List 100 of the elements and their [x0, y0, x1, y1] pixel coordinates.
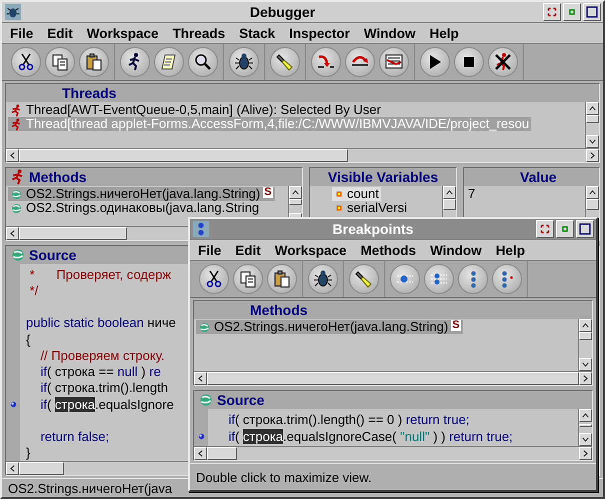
static-badge: S [263, 187, 273, 198]
globe-icon [10, 188, 23, 200]
toolbar-button[interactable] [188, 47, 218, 77]
menu-item[interactable]: Threads [166, 26, 234, 40]
scroll-thumb[interactable] [579, 332, 592, 340]
toolbar-button[interactable] [454, 47, 484, 77]
scroll-thumb[interactable] [443, 199, 456, 210]
restore-icon [545, 5, 559, 19]
flashlight-icon [275, 52, 295, 72]
code-line: } [25, 445, 30, 460]
horizontal-scrollbar[interactable] [6, 148, 599, 162]
scroll-thumb[interactable] [19, 462, 64, 475]
square-icon [585, 5, 599, 19]
crossed-runner-icon [493, 52, 513, 72]
vertical-scrollbar[interactable] [578, 409, 592, 446]
toolbar-button[interactable] [349, 264, 379, 294]
menu-item[interactable]: Window [424, 242, 490, 258]
toolbar-button[interactable] [308, 264, 338, 294]
toolbar-button[interactable] [267, 264, 297, 294]
pane-heading: Source [217, 392, 264, 408]
clipboard-icon [272, 269, 292, 289]
pane-heading: Source [29, 247, 76, 263]
bug-app-icon [4, 3, 22, 21]
bug-icon [234, 52, 254, 72]
horizontal-scrollbar[interactable] [194, 446, 592, 460]
minimize-button[interactable] [563, 3, 581, 21]
scroll-thumb[interactable] [289, 199, 302, 205]
globe-icon [10, 247, 26, 263]
menu-item[interactable]: Help [490, 242, 533, 258]
toolbar-button[interactable] [120, 47, 150, 77]
code-line: if( строка.equalsIgnore [39, 396, 174, 412]
menu-item[interactable]: Stack [233, 26, 284, 40]
scroll-thumb[interactable] [207, 447, 237, 460]
running-man-icon [10, 118, 23, 130]
list-item[interactable]: Thread[AWT-EventQueue-0,5,main] (Alive): Selected By User [8, 103, 383, 117]
restore-button[interactable] [543, 3, 561, 21]
maximize-button[interactable] [576, 220, 594, 238]
scroll-thumb[interactable] [579, 424, 592, 427]
globe-icon [198, 392, 214, 408]
menu-item[interactable]: Inspector [283, 26, 358, 40]
scissors-icon [204, 269, 224, 289]
maximize-button[interactable] [583, 3, 601, 21]
menu-item[interactable]: Methods [354, 242, 424, 258]
code-line: { [25, 332, 30, 347]
menu-item[interactable]: Edit [229, 242, 269, 258]
static-badge: S [451, 320, 461, 331]
vertical-dots-icon [470, 270, 476, 288]
vertical-scrollbar[interactable] [578, 319, 592, 371]
toolbar-button[interactable] [379, 47, 409, 77]
toolbar-button[interactable] [154, 47, 184, 77]
list-item[interactable]: serialVersi [332, 201, 409, 215]
scissors-icon [16, 52, 36, 72]
code-line: public static boolean ниче [25, 315, 176, 330]
dots-with-marker-icon [502, 270, 512, 288]
menu-item[interactable]: Window [358, 26, 424, 40]
toolbar-button[interactable] [79, 47, 109, 77]
value-text: 7 [467, 187, 476, 201]
magnifier-icon [193, 52, 213, 72]
toolbar-button[interactable] [488, 47, 518, 77]
menu-item[interactable]: Help [424, 26, 467, 40]
running-man-icon [10, 104, 23, 116]
scroll-thumb[interactable] [586, 115, 599, 123]
code-line: if( строка.trim().length [39, 380, 168, 396]
list-item[interactable]: OS2.Strings.ничегоНет(java.lang.String) S [8, 187, 275, 201]
menu-item[interactable]: Workspace [268, 242, 355, 258]
pane-heading: Threads [62, 85, 116, 101]
menu-item[interactable]: Edit [41, 26, 81, 40]
menu-item[interactable]: File [4, 26, 42, 40]
toolbar-button[interactable] [229, 47, 259, 77]
window-title: Debugger [248, 4, 316, 20]
scroll-thumb[interactable] [586, 199, 599, 210]
toolbar-button[interactable] [11, 47, 41, 77]
restore-button[interactable] [536, 220, 554, 238]
globe-icon [10, 202, 23, 214]
list-item[interactable]: OS2.Strings.одинаковы(java.lang.String [8, 201, 262, 215]
scroll-thumb[interactable] [19, 227, 127, 240]
vertical-scrollbar[interactable] [585, 102, 599, 148]
clipboard-icon [84, 52, 104, 72]
toolbar-button[interactable] [420, 47, 450, 77]
window-title: Breakpoints [332, 221, 414, 237]
menu-item[interactable]: Workspace [80, 26, 167, 40]
list-item[interactable]: OS2.Strings.ничегоНет(java.lang.String) S [196, 320, 463, 334]
code-line: // Проверяем строку. [39, 348, 165, 363]
pane-heading: Methods [250, 302, 308, 318]
copy-pages-icon [50, 52, 70, 72]
small-square-icon [334, 189, 344, 199]
toolbar-button[interactable] [199, 264, 229, 294]
toolbar-button[interactable] [45, 47, 75, 77]
minimize-button[interactable] [556, 220, 574, 238]
toolbar-button[interactable] [233, 264, 263, 294]
scroll-thumb[interactable] [19, 149, 348, 162]
globe-icon [198, 320, 211, 334]
restore-icon [538, 222, 552, 236]
menu-item[interactable]: File [192, 242, 230, 258]
list-item[interactable]: count [332, 187, 381, 201]
balls-app-icon [192, 220, 210, 238]
pane-heading: Value [520, 169, 557, 185]
square-icon [578, 222, 592, 236]
toolbar-button[interactable] [270, 47, 300, 77]
code-line: * Проверяет, содерж [28, 266, 172, 282]
